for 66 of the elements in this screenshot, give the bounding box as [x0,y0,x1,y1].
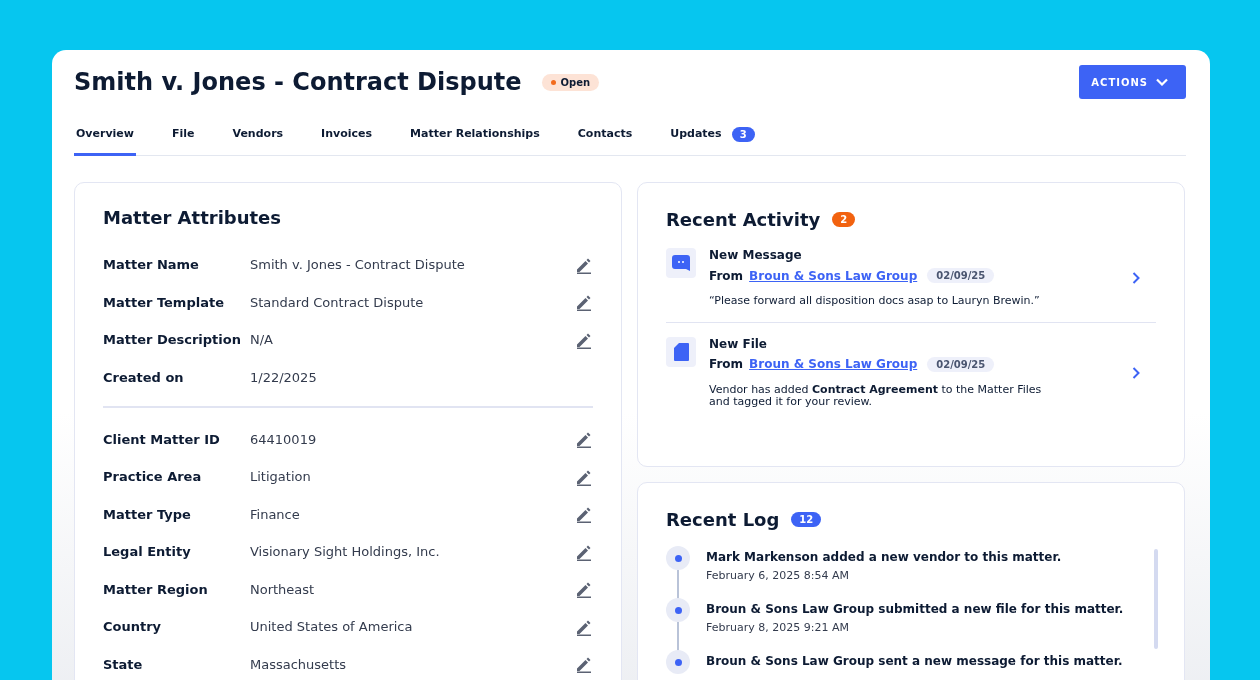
chevron-right-icon[interactable] [1132,366,1140,379]
count-badge: 12 [791,512,822,527]
attribute-label: Matter Type [103,506,192,522]
chat-bubble-icon [672,255,690,271]
actions-button[interactable]: ACTIONS [1079,65,1186,99]
activity-title: New Message [709,248,803,262]
tab[interactable]: File [170,124,197,156]
attribute-value: Visionary Sight Holdings, Inc. [250,544,441,560]
edit-icon[interactable] [575,430,593,449]
attribute-label: Legal Entity [103,544,192,560]
count-badge: 3 [731,127,755,142]
activity-text: Vendor has added Contract Agreement to the Matter Files and tagged it for your review. [709,383,1043,409]
attribute-label: Practice Area [103,469,203,485]
attribute-value: 64410019 [250,431,318,447]
log-text: Broun & Sons Law Group submitted a new file for this matter. [706,602,1124,616]
attribute-label: Country [103,619,163,635]
attribute-value: Finance [250,506,301,522]
from-label: From [709,268,744,283]
attribute-label: Matter Template [103,294,225,310]
log-text: Broun & Sons Law Group sent a new message for this matter. [706,654,1123,668]
sender-link[interactable]: Broun & Sons Law Group [749,357,918,372]
document-icon [673,342,689,361]
attribute-label: Created on [103,369,185,385]
count-badge: 2 [832,212,856,227]
tab[interactable]: Updates 3 [668,124,757,156]
attribute-value: Litigation [250,469,312,485]
tab[interactable]: Vendors [230,124,286,156]
log-text: Mark Markenson added a new vendor to this matter. [706,550,1062,564]
activity-title: New File [709,336,768,351]
tab[interactable]: Matter Relationships [408,124,542,156]
tab[interactable]: Overview [74,124,136,156]
attribute-value: Massachusetts [250,656,348,672]
tab[interactable]: Invoices [319,124,375,156]
attribute-value: 1/22/2025 [250,369,318,385]
attribute-label: Matter Region [103,581,209,597]
attribute-label: Matter Description [103,332,242,348]
timeline-dot [666,650,690,674]
from-label: From [709,357,744,372]
edit-icon[interactable] [575,655,593,674]
attribute-value: Standard Contract Dispute [250,294,425,310]
timeline-dot [666,546,690,570]
card-title: Recent Activity [666,209,821,230]
log-time: February 8, 2025 9:21 AM [706,621,850,634]
card-title: Matter Attributes [103,207,283,228]
edit-icon[interactable] [575,580,593,599]
edit-icon[interactable] [575,293,593,312]
attribute-label: Client Matter ID [103,431,221,447]
activity-text: “Please forward all disposition docs asap to Lauryn Brewin.” [709,295,1041,308]
date-chip: 02/09/25 [927,268,995,283]
card-title: Recent Log [666,509,780,530]
status-badge: Open [541,73,600,91]
page-title: Smith v. Jones - Contract Dispute [74,68,522,96]
attribute-label: Matter Name [103,257,200,273]
sender-link[interactable]: Broun & Sons Law Group [749,268,918,283]
attribute-value: Northeast [250,581,316,597]
chevron-down-icon [1156,78,1168,86]
log-time: February 6, 2025 8:54 AM [706,569,850,582]
attribute-value: N/A [250,332,274,348]
chevron-right-icon[interactable] [1132,271,1140,284]
edit-icon[interactable] [575,505,593,524]
date-chip: 02/09/25 [927,356,995,372]
tab[interactable]: Contacts [575,124,635,156]
timeline-dot [666,598,690,622]
attribute-label: State [103,656,144,672]
attribute-value: Smith v. Jones - Contract Dispute [250,257,466,273]
attribute-value: United States of America [250,619,414,635]
